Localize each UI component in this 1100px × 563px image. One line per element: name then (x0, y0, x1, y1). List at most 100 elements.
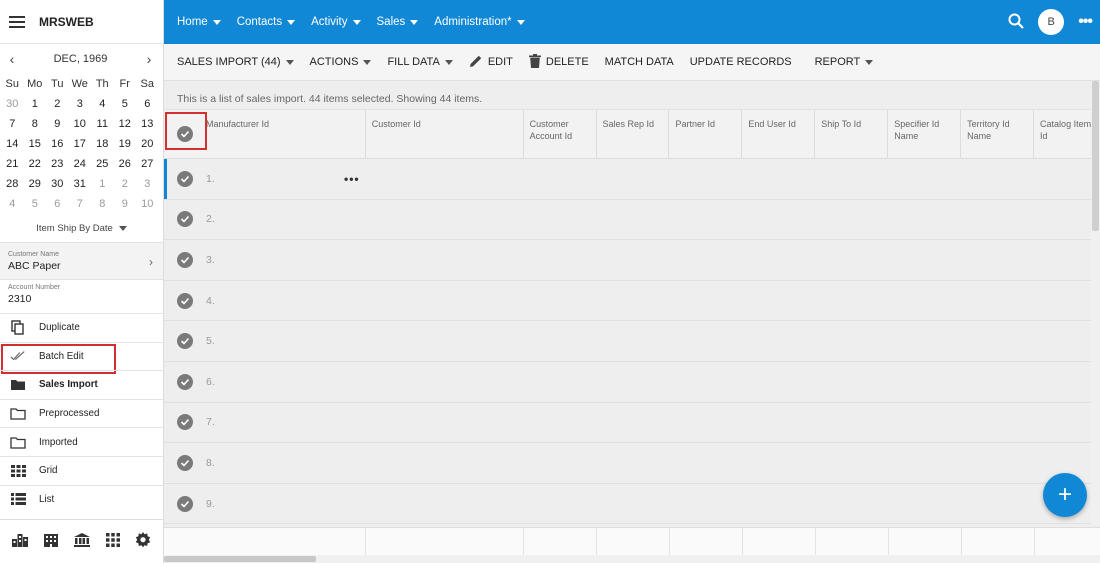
row-more-options-icon[interactable]: ••• (344, 172, 360, 186)
table-row[interactable]: 6. (164, 361, 1100, 403)
horizontal-scrollbar[interactable] (164, 555, 1100, 563)
table-row[interactable]: 1. ••• (164, 159, 1100, 200)
search-icon[interactable] (1008, 13, 1024, 32)
report-dropdown[interactable]: REPORT (815, 56, 874, 68)
calendar-day[interactable]: 29 (24, 174, 47, 194)
calendar-day[interactable]: 2 (46, 94, 69, 114)
city-icon[interactable] (11, 533, 28, 550)
calendar-day[interactable]: 30 (46, 174, 69, 194)
calendar-day[interactable]: 11 (91, 114, 114, 134)
calendar-day[interactable]: 15 (24, 134, 47, 154)
calendar-day[interactable]: 1 (91, 174, 114, 194)
batch-edit-menu-item[interactable]: Batch Edit (0, 341, 163, 374)
add-floating-button[interactable]: + (1043, 473, 1087, 517)
horizontal-scrollbar-thumb[interactable] (164, 556, 316, 562)
imported-menu-item[interactable]: Imported (0, 427, 163, 456)
calendar-day[interactable]: 10 (69, 114, 92, 134)
edit-button[interactable]: EDIT (469, 54, 513, 71)
calendar-day[interactable]: 3 (136, 174, 159, 194)
calendar-day[interactable]: 21 (1, 154, 24, 174)
hamburger-menu-icon[interactable] (9, 15, 25, 28)
more-options-icon[interactable]: ••• (1078, 13, 1093, 31)
calendar-day[interactable]: 9 (114, 194, 137, 214)
calendar-day[interactable]: 6 (46, 194, 69, 214)
calendar-next-icon[interactable]: › (143, 51, 155, 67)
calendar-day[interactable]: 22 (24, 154, 47, 174)
table-row[interactable]: 4. (164, 280, 1100, 322)
column-header-partner-id[interactable]: Partner Id (669, 110, 743, 158)
row-checkbox[interactable] (177, 292, 193, 309)
calendar-day[interactable]: 16 (46, 134, 69, 154)
nav-administration[interactable]: Administration* (434, 16, 525, 28)
update-records-button[interactable]: UPDATE RECORDS (690, 56, 792, 68)
calendar-day[interactable]: 9 (46, 114, 69, 134)
calendar-day[interactable]: 8 (24, 114, 47, 134)
calendar-day[interactable]: 25 (91, 154, 114, 174)
row-checkbox[interactable] (177, 454, 193, 471)
calendar-day[interactable]: 30 (1, 94, 24, 114)
vertical-scrollbar[interactable] (1091, 81, 1100, 525)
preprocessed-menu-item[interactable]: Preprocessed (0, 398, 163, 428)
column-header-manufacturer-id[interactable]: Manufacturer Id (200, 110, 366, 158)
sales-import-menu-item[interactable]: Sales Import (0, 370, 163, 399)
calendar-day[interactable]: 7 (1, 114, 24, 134)
calendar-day[interactable]: 28 (1, 174, 24, 194)
calendar-day[interactable]: 14 (1, 134, 24, 154)
nav-home[interactable]: Home (177, 16, 221, 28)
row-checkbox[interactable] (177, 333, 193, 350)
calendar-day[interactable]: 8 (91, 194, 114, 214)
calendar-day[interactable]: 26 (114, 154, 137, 174)
list-view-menu-item[interactable]: List (0, 484, 163, 514)
column-header-territory-id-name[interactable]: Territory Id Name (961, 110, 1035, 158)
row-checkbox[interactable] (177, 251, 193, 268)
row-checkbox[interactable] (177, 373, 193, 390)
column-header-customer-id[interactable]: Customer Id (366, 110, 524, 158)
fill-data-dropdown[interactable]: FILL DATA (387, 56, 453, 68)
column-header-ship-to-id[interactable]: Ship To Id (815, 110, 889, 158)
calendar-day[interactable]: 24 (69, 154, 92, 174)
nav-contacts[interactable]: Contacts (237, 16, 296, 28)
sales-import-dropdown[interactable]: SALES IMPORT (44) (177, 56, 294, 68)
chevron-right-icon[interactable]: › (149, 255, 153, 269)
calendar-day[interactable]: 10 (136, 194, 159, 214)
gear-icon[interactable] (135, 532, 151, 551)
calendar-month-label[interactable]: DEC, 1969 (54, 53, 108, 65)
column-header-sales-rep-id[interactable]: Sales Rep Id (597, 110, 670, 158)
row-checkbox[interactable] (177, 495, 193, 512)
building-icon[interactable] (43, 533, 59, 550)
calendar-prev-icon[interactable]: ‹ (6, 51, 18, 67)
table-row[interactable]: 3. (164, 240, 1100, 281)
calendar-day[interactable]: 1 (24, 94, 47, 114)
column-header-end-user-id[interactable]: End User Id (742, 110, 816, 158)
calendar-day[interactable]: 7 (69, 194, 92, 214)
table-row[interactable]: 8. (164, 443, 1100, 484)
bank-icon[interactable] (74, 533, 91, 550)
column-header-customer-account-id[interactable]: Customer Account Id (524, 110, 597, 158)
calendar-day[interactable]: 31 (69, 174, 92, 194)
duplicate-menu-item[interactable]: Duplicate (0, 313, 163, 342)
table-row[interactable]: 9. (164, 483, 1100, 525)
nav-sales[interactable]: Sales (377, 16, 419, 28)
calendar-day[interactable]: 23 (46, 154, 69, 174)
column-header-specifier-id-name[interactable]: Specifier Id Name (888, 110, 962, 158)
calendar-day[interactable]: 5 (114, 94, 137, 114)
calendar-day[interactable]: 6 (136, 94, 159, 114)
match-data-button[interactable]: MATCH DATA (605, 56, 674, 68)
calendar-day[interactable]: 13 (136, 114, 159, 134)
table-row[interactable]: 2. (164, 199, 1100, 241)
calendar-day[interactable]: 27 (136, 154, 159, 174)
row-checkbox[interactable] (177, 170, 193, 187)
calendar-day[interactable]: 4 (91, 94, 114, 114)
customer-name-field[interactable]: Customer Name ABC Paper › (0, 242, 163, 279)
vertical-scrollbar-thumb[interactable] (1092, 81, 1099, 231)
calendar-day[interactable]: 20 (136, 134, 159, 154)
calendar-day[interactable]: 18 (91, 134, 114, 154)
row-checkbox[interactable] (177, 414, 193, 431)
grid-view-menu-item[interactable]: Grid (0, 455, 163, 485)
delete-button[interactable]: DELETE (528, 53, 589, 71)
calendar-day[interactable]: 4 (1, 194, 24, 214)
calendar-day[interactable]: 19 (114, 134, 137, 154)
calendar-day[interactable]: 3 (69, 94, 92, 114)
calendar-day[interactable]: 5 (24, 194, 47, 214)
table-row[interactable]: 5. (164, 321, 1100, 362)
